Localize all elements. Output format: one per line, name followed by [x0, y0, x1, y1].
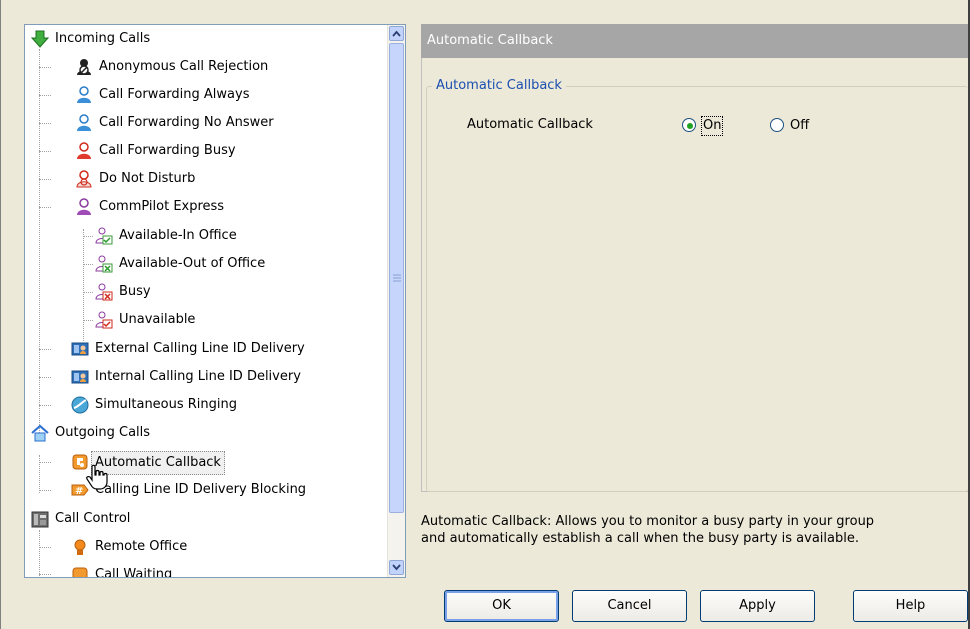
person-blue-icon — [77, 86, 91, 103]
tree-item-label: Call Waiting — [95, 567, 173, 578]
id-card-icon — [71, 342, 89, 356]
call-waiting-icon — [72, 567, 88, 577]
chevron-up-icon — [392, 30, 401, 37]
tree-item-label: External Calling Line ID Delivery — [95, 341, 305, 356]
scroll-down-button[interactable] — [389, 560, 404, 575]
tree-connector — [39, 455, 40, 493]
scroll-up-button[interactable] — [389, 26, 404, 41]
tree-connector — [39, 123, 51, 124]
person-check-icon — [95, 227, 113, 245]
tree-item-label: Do Not Disturb — [99, 171, 196, 186]
tree-connector — [83, 236, 93, 237]
tree-connector — [39, 377, 51, 378]
scroll-thumb[interactable] — [389, 43, 404, 513]
tree-connector — [39, 179, 51, 180]
grip-icon — [393, 274, 401, 282]
tree-item-label: Call Forwarding No Answer — [99, 115, 274, 130]
tree-connector — [39, 462, 51, 463]
tree-scrollbar[interactable] — [387, 25, 405, 577]
tree-connector — [83, 292, 93, 293]
hand-cursor-icon — [86, 464, 108, 490]
tree-item-label: Simultaneous Ringing — [95, 397, 238, 412]
description-text: Automatic Callback: Allows you to monito… — [421, 513, 966, 547]
tree-item-label: Call Control — [55, 511, 131, 526]
ok-button[interactable]: OK — [444, 590, 559, 622]
tree-connector — [39, 67, 51, 68]
tree-item-label: Incoming Calls — [55, 31, 151, 46]
apply-button[interactable]: Apply — [700, 590, 815, 622]
tree-connector — [39, 530, 40, 577]
incoming-calls-icon — [31, 30, 49, 48]
tree-connector — [83, 320, 93, 321]
globe-icon — [71, 396, 89, 414]
tree-connector — [39, 405, 51, 406]
tree-item-label: Calling Line ID Delivery Blocking — [95, 482, 307, 497]
person-red-icon — [76, 170, 92, 188]
radio-circle-selected — [682, 118, 696, 132]
group-title: Automatic Callback — [432, 78, 566, 93]
tree-item-label: Available-Out of Office — [119, 256, 266, 271]
radio-circle — [770, 118, 784, 132]
remote-office-icon — [74, 539, 86, 555]
field-label: Automatic Callback — [467, 117, 593, 132]
description-line: and automatically establish a call when … — [421, 531, 859, 546]
person-x-green-icon — [95, 255, 113, 273]
tree-item-label: Internal Calling Line ID Delivery — [95, 369, 301, 384]
person-red-icon — [77, 142, 91, 159]
person-purple-icon — [77, 198, 91, 215]
cancel-button[interactable]: Cancel — [572, 590, 687, 622]
tree-item-label: CommPilot Express — [99, 199, 225, 214]
radio-on-label: On — [700, 116, 724, 136]
tree-connector — [39, 547, 51, 548]
service-tree[interactable]: Incoming Calls Anonymous Call Rejection … — [24, 24, 406, 578]
svg-text:#: # — [75, 486, 83, 497]
tree-item-label-selected: Automatic Callback — [91, 451, 225, 475]
description-line: Automatic Callback: Allows you to monito… — [421, 514, 875, 529]
window-left-edge — [0, 0, 1, 629]
tree-item-label: Remote Office — [95, 539, 188, 554]
help-button[interactable]: Help — [853, 590, 968, 622]
tree-item-label: Anonymous Call Rejection — [99, 59, 269, 74]
chevron-down-icon — [392, 564, 401, 571]
house-icon — [31, 424, 49, 442]
tree-connector — [39, 574, 51, 575]
tree-connector — [39, 95, 51, 96]
tree-item-label: Call Forwarding Always — [99, 87, 250, 102]
id-card-icon — [71, 370, 89, 384]
person-check-red-icon — [95, 311, 113, 329]
tree-item-label: Unavailable — [119, 312, 196, 327]
panel-header: Automatic Callback — [421, 24, 968, 58]
tree-connector — [39, 49, 40, 437]
radio-off-label: Off — [790, 118, 810, 133]
tree-connector — [83, 264, 93, 265]
tree-item-label: Outgoing Calls — [55, 425, 151, 440]
tree-item-label: Available-In Office — [119, 228, 237, 243]
person-x-red-icon — [95, 283, 113, 301]
tree-connector — [83, 229, 84, 341]
tree-connector — [39, 349, 51, 350]
group-box — [426, 86, 968, 492]
anonymous-icon — [77, 59, 91, 75]
tree-connector — [39, 151, 51, 152]
person-blue-icon — [77, 114, 91, 131]
tree-item-label: Busy — [119, 284, 151, 299]
desk-phone-icon — [31, 511, 49, 528]
tree-connector — [39, 207, 51, 208]
tree-item-label: Call Forwarding Busy — [99, 143, 236, 158]
tree-connector — [39, 490, 51, 491]
